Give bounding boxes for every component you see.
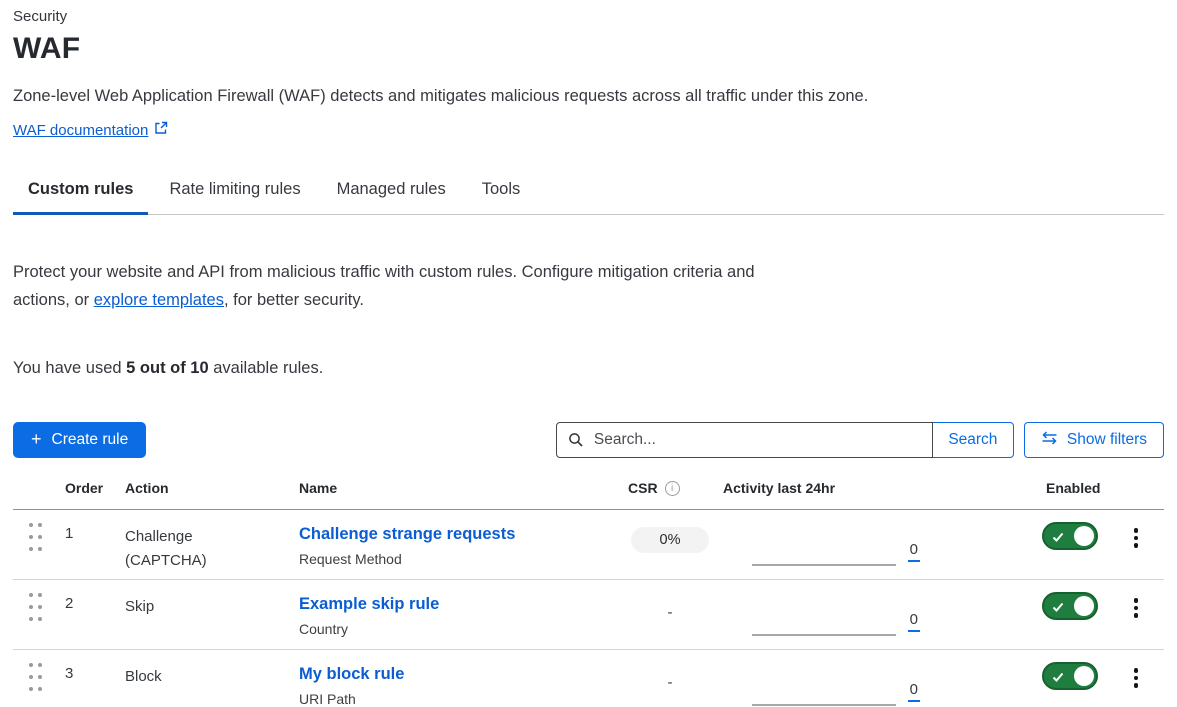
table-row: 2 Skip Example skip rule Country - 0 [13,580,1164,650]
drag-handle-icon[interactable] [29,523,42,551]
header-activity: Activity last 24hr [720,480,942,510]
enabled-toggle[interactable] [1042,522,1098,550]
table-row: 3 Block My block rule URI Path - 0 [13,650,1164,707]
header-csr: CSR i [620,480,720,510]
enabled-toggle[interactable] [1042,592,1098,620]
breadcrumb: Security [13,0,1164,25]
csr-badge: 0% [631,527,709,553]
explore-templates-link[interactable]: explore templates [94,291,224,309]
activity-count-link[interactable]: 0 [908,541,920,562]
header-csr-label: CSR [628,480,658,496]
search-icon [568,432,584,453]
csr-value: - [668,667,673,691]
header-action: Action [112,480,286,510]
usage-text: You have used 5 out of 10 available rule… [13,359,1164,378]
check-icon [1052,602,1064,613]
rule-action: Skip [112,580,286,649]
show-filters-label: Show filters [1067,431,1147,449]
usage-after: available rules. [209,359,324,377]
rules-table: Order Action Name CSR i Activity last 24… [13,458,1164,707]
rule-order: 1 [57,510,112,579]
rules-toolbar: + Create rule Search [13,422,1164,458]
activity-sparkline [752,704,896,706]
enabled-toggle[interactable] [1042,662,1098,690]
search-input[interactable] [556,422,933,458]
rule-name-link[interactable]: Example skip rule [299,595,439,613]
rule-field: URI Path [299,691,620,707]
header-name: Name [286,480,620,510]
rule-action: Challenge (CAPTCHA) [112,510,286,579]
external-link-icon [154,121,168,139]
usage-count: 5 out of 10 [126,359,209,377]
tab-bar: Custom rules Rate limiting rules Managed… [13,180,1164,215]
toggle-knob [1074,666,1094,686]
row-menu-icon[interactable] [1132,666,1141,707]
rule-name-link[interactable]: My block rule [299,665,404,683]
row-menu-icon[interactable] [1132,596,1141,649]
plus-icon: + [31,429,42,450]
page-description: Zone-level Web Application Firewall (WAF… [13,87,1164,106]
row-menu-icon[interactable] [1132,526,1141,579]
csr-value: - [668,597,673,621]
swap-arrows-icon [1041,431,1058,450]
tab-rate-limiting-rules[interactable]: Rate limiting rules [154,180,315,214]
info-icon[interactable]: i [665,481,680,496]
drag-handle-icon[interactable] [29,593,42,621]
waf-documentation-link[interactable]: WAF documentation [13,122,148,139]
rule-field: Request Method [299,551,620,567]
activity-sparkline [752,634,896,636]
activity-sparkline [752,564,896,566]
table-header-row: Order Action Name CSR i Activity last 24… [13,458,1164,510]
intro-after: , for better security. [224,291,364,309]
activity-count-link[interactable]: 0 [908,611,920,632]
rule-order: 2 [57,580,112,649]
search-group: Search [556,422,1014,458]
rule-action: Block [112,650,286,707]
tab-managed-rules[interactable]: Managed rules [322,180,461,214]
toggle-knob [1074,526,1094,546]
waf-page: Security WAF Zone-level Web Application … [0,0,1177,707]
intro-text: Protect your website and API from malici… [13,258,755,314]
create-rule-button[interactable]: + Create rule [13,422,146,458]
activity-count-link[interactable]: 0 [908,681,920,702]
check-icon [1052,532,1064,543]
header-enabled: Enabled [1028,480,1108,510]
header-order: Order [57,480,112,510]
table-row: 1 Challenge (CAPTCHA) Challenge strange … [13,510,1164,580]
rule-name-link[interactable]: Challenge strange requests [299,525,515,543]
rule-order: 3 [57,650,112,707]
rule-field: Country [299,621,620,637]
check-icon [1052,672,1064,683]
usage-before: You have used [13,359,126,377]
toggle-knob [1074,596,1094,616]
search-button[interactable]: Search [932,422,1014,458]
create-rule-label: Create rule [52,431,129,449]
tab-tools[interactable]: Tools [467,180,536,214]
tab-custom-rules[interactable]: Custom rules [13,180,148,214]
page-title: WAF [13,32,1164,66]
show-filters-button[interactable]: Show filters [1024,422,1164,458]
drag-handle-icon[interactable] [29,663,42,691]
